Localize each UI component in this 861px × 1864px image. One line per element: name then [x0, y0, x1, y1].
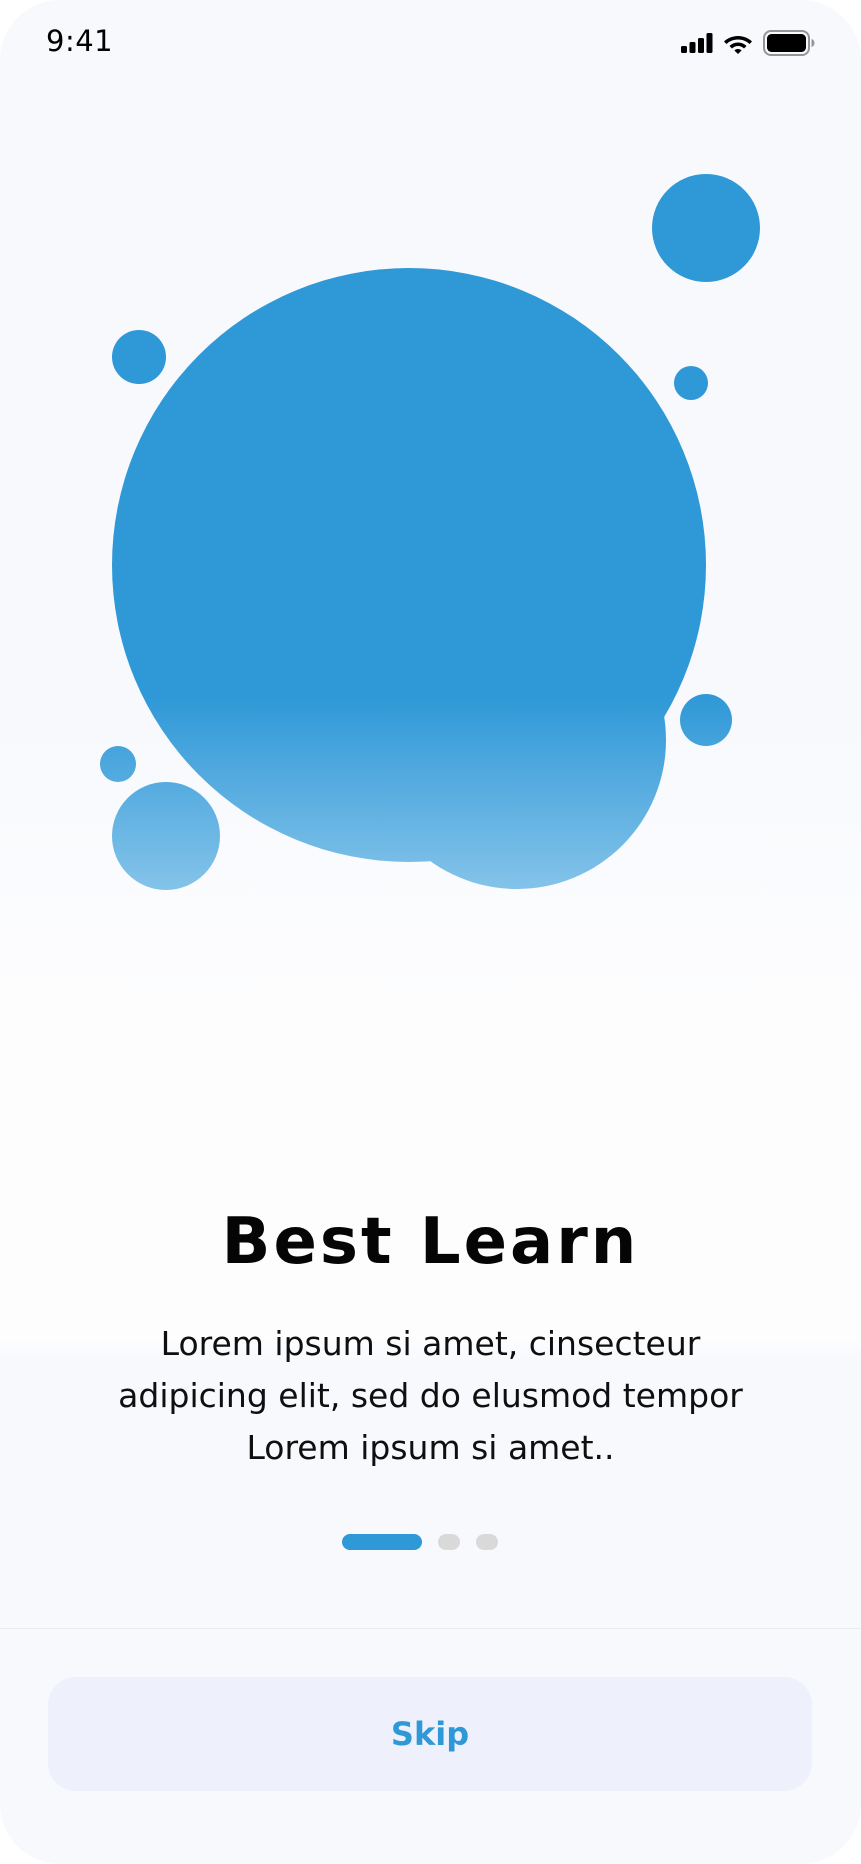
bubble-bottom-left [112, 782, 220, 890]
page-indicator [0, 1534, 861, 1550]
bubble-small-left [100, 746, 136, 782]
onboarding-description: Lorem ipsum si amet, cinsecteur adipicin… [118, 1324, 743, 1467]
onboarding-title: Best Learn [221, 1205, 640, 1279]
page-dot-3[interactable] [476, 1534, 498, 1550]
bubble-small-right [674, 366, 708, 400]
page-dot-2[interactable] [438, 1534, 460, 1550]
footer-divider [0, 1628, 861, 1629]
overlap-bubble [368, 591, 666, 889]
onboarding-screen: 9:41 Best Learn Lorem ipsum si amet, cin… [0, 0, 861, 1864]
onboarding-illustration [100, 174, 760, 890]
skip-button[interactable]: Skip [48, 1677, 812, 1791]
bubble-top-left [112, 330, 166, 384]
bubble-top-right [652, 174, 760, 282]
bubble-mid-right [680, 694, 732, 746]
page-dot-1-active[interactable] [342, 1534, 422, 1550]
